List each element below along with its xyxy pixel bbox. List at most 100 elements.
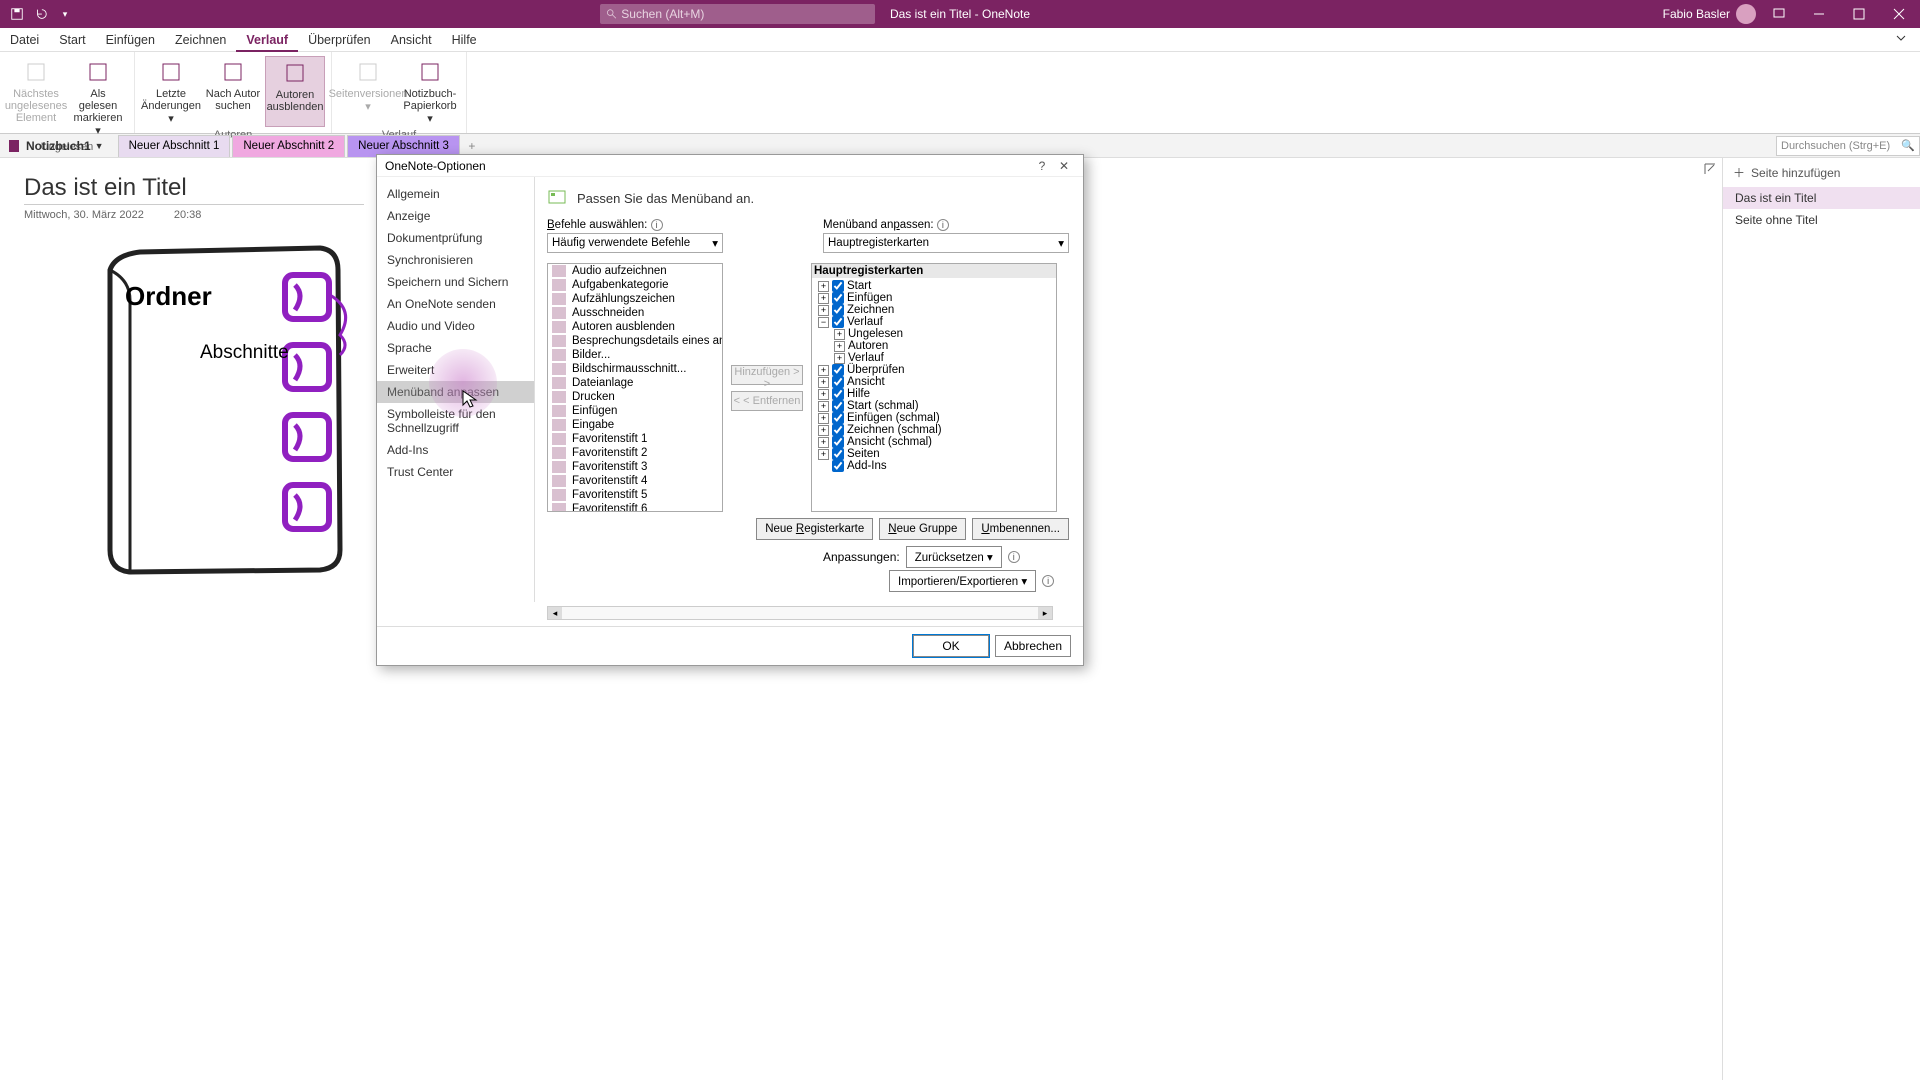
tree-node[interactable]: +Hilfe	[816, 388, 1052, 400]
customize-ribbon-select[interactable]: Hauptregisterkarten▾	[823, 233, 1069, 253]
command-item[interactable]: Dateianlage	[548, 376, 722, 390]
add-page-button[interactable]: ＋ Seite hinzufügen	[1723, 158, 1920, 187]
expand-icon[interactable]: +	[834, 341, 845, 352]
tree-node[interactable]: +Verlauf	[816, 352, 1052, 364]
options-category[interactable]: Anzeige	[377, 205, 534, 227]
search-box[interactable]	[600, 4, 875, 24]
command-item[interactable]: Bilder...	[548, 348, 722, 362]
command-item[interactable]: Favoritenstift 2	[548, 446, 722, 460]
tree-node[interactable]: −Verlauf	[816, 316, 1052, 328]
collapse-ribbon-icon[interactable]	[1894, 31, 1920, 48]
rename-button[interactable]: Umbenennen...	[972, 518, 1069, 540]
expand-icon[interactable]: +	[834, 353, 845, 364]
notebook-selector[interactable]: Notizbuch1 ▼	[6, 138, 118, 154]
tab-zeichnen[interactable]: Zeichnen	[165, 28, 236, 52]
command-item[interactable]: Autoren ausblenden	[548, 320, 722, 334]
command-item[interactable]: Einfügen	[548, 404, 722, 418]
close-icon[interactable]	[1882, 0, 1916, 28]
tree-node[interactable]: +Autoren	[816, 340, 1052, 352]
close-button[interactable]: ✕	[1053, 159, 1075, 173]
command-item[interactable]: Aufzählungszeichen	[548, 292, 722, 306]
maximize-icon[interactable]	[1842, 0, 1876, 28]
tree-checkbox[interactable]	[832, 280, 844, 292]
tab-hilfe[interactable]: Hilfe	[442, 28, 487, 52]
ribbon-button[interactable]: Als gelesenmarkieren▾	[68, 56, 128, 139]
remove-command-button[interactable]: < < Entfernen	[731, 391, 803, 411]
section-tab[interactable]: Neuer Abschnitt 2	[232, 135, 345, 157]
ribbon-button[interactable]: Autoren ausblenden	[265, 56, 325, 127]
command-item[interactable]: Ausschneiden	[548, 306, 722, 320]
tree-checkbox[interactable]	[832, 436, 844, 448]
tree-checkbox[interactable]	[832, 412, 844, 424]
scroll-left-icon[interactable]: ◂	[548, 607, 562, 619]
qat-customize-icon[interactable]: ▾	[56, 5, 74, 23]
ribbon-tabs-tree[interactable]: Hauptregisterkarten +Start+Einfügen+Zeic…	[811, 263, 1057, 512]
tree-checkbox[interactable]	[832, 304, 844, 316]
tree-node[interactable]: +Zeichnen (schmal)	[816, 424, 1052, 436]
expand-icon[interactable]: −	[818, 317, 829, 328]
user-name[interactable]: Fabio Basler	[1663, 7, 1730, 21]
ok-button[interactable]: OK	[913, 635, 989, 657]
notebook-search[interactable]: Durchsuchen (Strg+E) 🔍	[1776, 136, 1920, 156]
command-item[interactable]: Favoritenstift 3	[548, 460, 722, 474]
new-tab-button[interactable]: Neue Registerkarte	[756, 518, 873, 540]
expand-icon[interactable]: +	[818, 401, 829, 412]
page-list-item[interactable]: Seite ohne Titel	[1723, 209, 1920, 231]
expand-icon[interactable]: +	[818, 425, 829, 436]
tab-start[interactable]: Start	[49, 28, 95, 52]
tree-checkbox[interactable]	[832, 316, 844, 328]
tree-checkbox[interactable]	[832, 460, 844, 472]
reset-button[interactable]: Zurücksetzen ▾	[906, 546, 1002, 568]
tab-ansicht[interactable]: Ansicht	[381, 28, 442, 52]
expand-icon[interactable]: +	[818, 365, 829, 376]
tree-node[interactable]: +Ansicht (schmal)	[816, 436, 1052, 448]
tab-verlauf[interactable]: Verlauf	[236, 28, 298, 52]
tree-checkbox[interactable]	[832, 448, 844, 460]
minimize-icon[interactable]	[1802, 0, 1836, 28]
tree-checkbox[interactable]	[832, 364, 844, 376]
expand-icon[interactable]: +	[818, 305, 829, 316]
tree-node[interactable]: +Start (schmal)	[816, 400, 1052, 412]
tree-checkbox[interactable]	[832, 424, 844, 436]
page-title[interactable]: Das ist ein Titel	[24, 174, 364, 205]
options-category[interactable]: Synchronisieren	[377, 249, 534, 271]
save-icon[interactable]	[8, 5, 26, 23]
command-item[interactable]: Drucken	[548, 390, 722, 404]
options-category[interactable]: Allgemein	[377, 183, 534, 205]
tree-node[interactable]: +Einfügen (schmal)	[816, 412, 1052, 424]
expand-panel-icon[interactable]	[1703, 162, 1717, 179]
command-item[interactable]: Favoritenstift 1	[548, 432, 722, 446]
tree-node[interactable]: +Überprüfen	[816, 364, 1052, 376]
tree-node[interactable]: +Zeichnen	[816, 304, 1052, 316]
tab-einfügen[interactable]: Einfügen	[96, 28, 165, 52]
tree-checkbox[interactable]	[832, 292, 844, 304]
tree-node[interactable]: +Start	[816, 280, 1052, 292]
command-item[interactable]: Favoritenstift 5	[548, 488, 722, 502]
command-item[interactable]: Favoritenstift 4	[548, 474, 722, 488]
command-item[interactable]: Besprechungsdetails eines and...	[548, 334, 722, 348]
tree-node[interactable]: +Ungelesen	[816, 328, 1052, 340]
options-category[interactable]: Dokumentprüfung	[377, 227, 534, 249]
expand-icon[interactable]: +	[818, 413, 829, 424]
tree-checkbox[interactable]	[832, 388, 844, 400]
tree-node[interactable]: Add-Ins	[816, 460, 1052, 472]
expand-icon[interactable]: +	[818, 389, 829, 400]
new-group-button[interactable]: Neue Gruppe	[879, 518, 966, 540]
tab-datei[interactable]: Datei	[0, 28, 49, 52]
options-category[interactable]: Speichern und Sichern	[377, 271, 534, 293]
expand-icon[interactable]: +	[818, 377, 829, 388]
search-input[interactable]	[621, 7, 869, 21]
command-item[interactable]: Audio aufzeichnen	[548, 264, 722, 278]
command-item[interactable]: Bildschirmausschnitt...	[548, 362, 722, 376]
tree-node[interactable]: +Ansicht	[816, 376, 1052, 388]
user-avatar[interactable]	[1736, 4, 1756, 24]
commands-from-select[interactable]: Häufig verwendete Befehle▾	[547, 233, 723, 253]
expand-icon[interactable]: +	[818, 449, 829, 460]
info-icon[interactable]: i	[1008, 551, 1020, 563]
add-section-button[interactable]: +	[462, 139, 482, 153]
tree-checkbox[interactable]	[832, 400, 844, 412]
commands-list[interactable]: Audio aufzeichnenAufgabenkategorieAufzäh…	[547, 263, 723, 512]
command-item[interactable]: Eingabe	[548, 418, 722, 432]
scroll-right-icon[interactable]: ▸	[1038, 607, 1052, 619]
add-command-button[interactable]: Hinzufügen > >	[731, 365, 803, 385]
